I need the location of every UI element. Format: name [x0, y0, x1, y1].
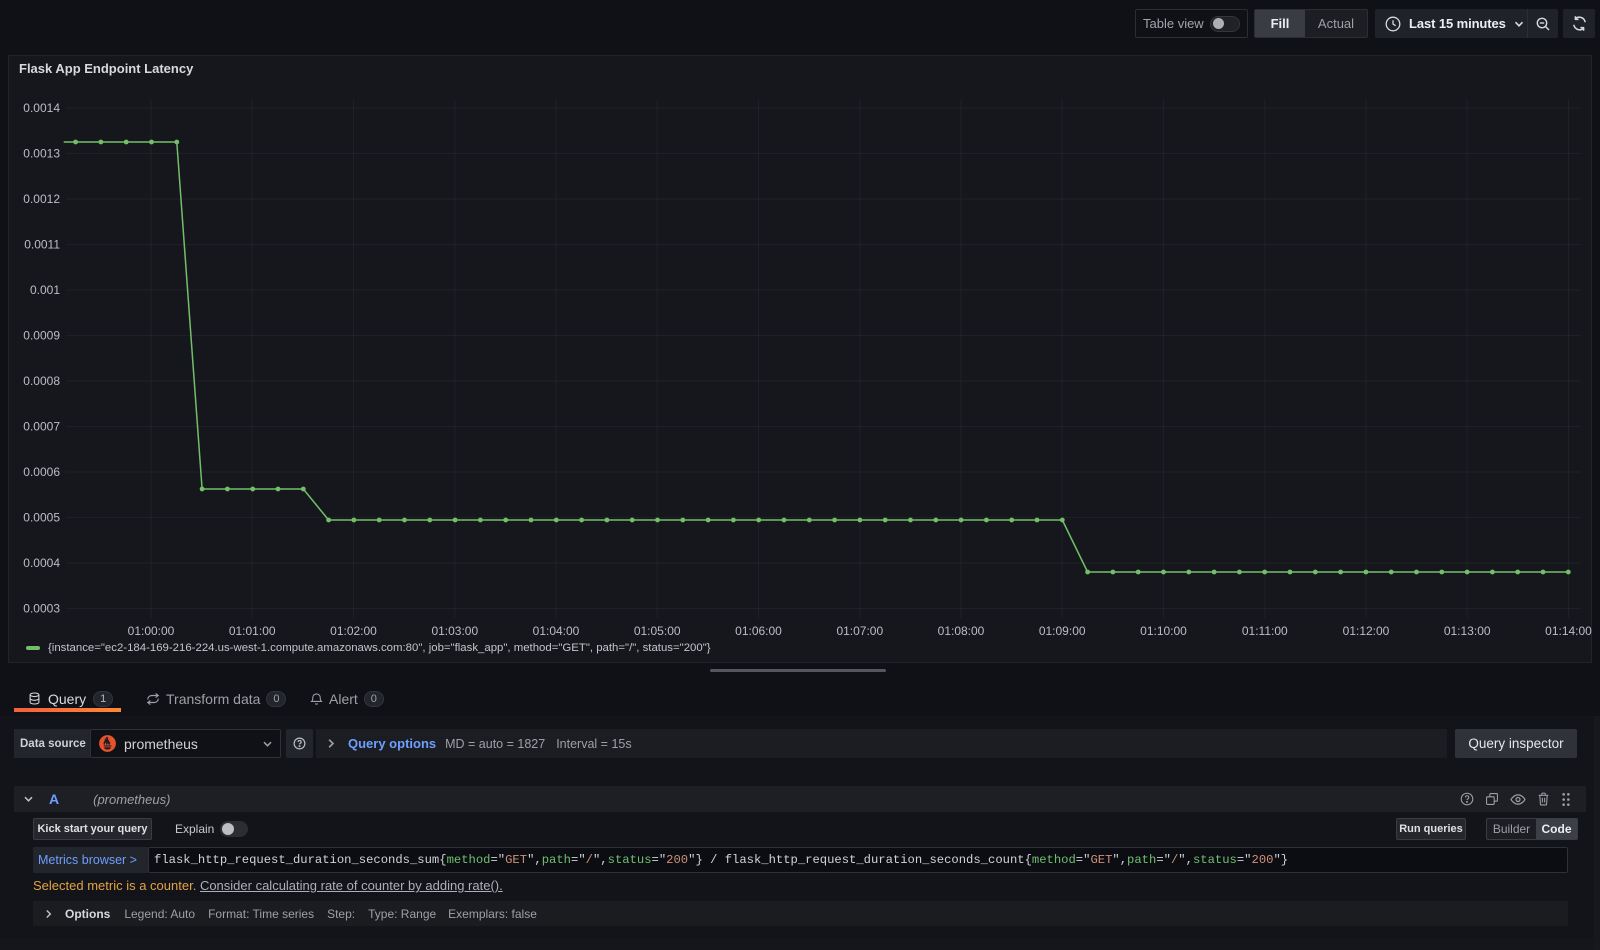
svg-text:01:14:00: 01:14:00	[1545, 624, 1592, 638]
svg-text:0.0009: 0.0009	[23, 329, 60, 343]
svg-text:01:01:00: 01:01:00	[229, 624, 276, 638]
svg-text:01:02:00: 01:02:00	[330, 624, 377, 638]
svg-text:0.0006: 0.0006	[23, 465, 60, 479]
svg-text:01:03:00: 01:03:00	[431, 624, 478, 638]
svg-text:01:13:00: 01:13:00	[1444, 624, 1491, 638]
svg-text:0.0013: 0.0013	[23, 147, 60, 161]
svg-text:01:11:00: 01:11:00	[1242, 624, 1288, 638]
svg-text:0.0008: 0.0008	[23, 374, 60, 388]
svg-text:0.001: 0.001	[30, 283, 60, 297]
svg-text:0.0012: 0.0012	[23, 192, 60, 206]
svg-text:01:04:00: 01:04:00	[533, 624, 580, 638]
svg-text:0.0011: 0.0011	[24, 238, 60, 252]
svg-text:01:05:00: 01:05:00	[634, 624, 681, 638]
svg-text:01:00:00: 01:00:00	[128, 624, 175, 638]
svg-text:0.0004: 0.0004	[23, 556, 60, 570]
svg-text:0.0014: 0.0014	[23, 101, 60, 115]
svg-text:01:12:00: 01:12:00	[1343, 624, 1390, 638]
svg-text:0.0003: 0.0003	[23, 602, 60, 616]
svg-text:01:06:00: 01:06:00	[735, 624, 782, 638]
svg-text:01:07:00: 01:07:00	[836, 624, 883, 638]
svg-text:0.0005: 0.0005	[23, 511, 60, 525]
svg-text:01:08:00: 01:08:00	[938, 624, 985, 638]
svg-text:01:10:00: 01:10:00	[1140, 624, 1187, 638]
svg-text:0.0007: 0.0007	[23, 420, 60, 434]
svg-text:01:09:00: 01:09:00	[1039, 624, 1086, 638]
